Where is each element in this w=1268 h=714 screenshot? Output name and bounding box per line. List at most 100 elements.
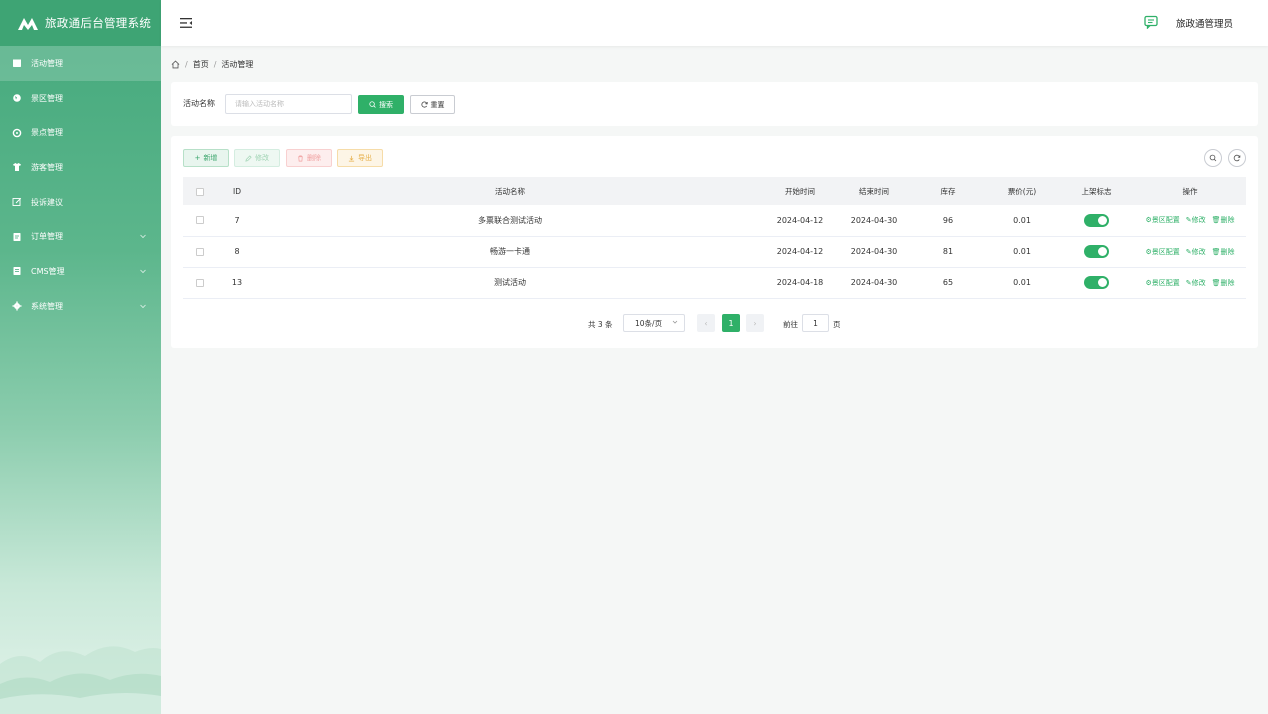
row-checkbox[interactable] [196, 216, 204, 225]
edit-link[interactable]: ✎修改 [1186, 248, 1206, 256]
cell-stock: 81 [911, 236, 985, 268]
sidebar-item[interactable]: 活动管理 [0, 46, 161, 81]
page-size-select[interactable]: 10条/页 [623, 314, 685, 332]
column-header: 库存 [911, 177, 985, 205]
calendar-icon [13, 59, 21, 68]
breadcrumb-home[interactable]: 首页 [193, 59, 209, 70]
cell-listed [1059, 205, 1134, 237]
sidebar-item[interactable]: 系统管理 [0, 289, 161, 324]
column-header: ID [217, 177, 257, 205]
home-icon[interactable] [171, 60, 180, 69]
delete-link-label: 删除 [1220, 216, 1235, 225]
reset-button[interactable]: 重置 [410, 95, 455, 114]
cell-actions: ⚙景区配置 ✎修改 🗑删除 [1134, 267, 1246, 299]
edit-button-label: 修改 [255, 154, 269, 162]
edit-button[interactable]: 修改 [234, 149, 280, 167]
reset-button-label: 重置 [430, 100, 445, 109]
search-icon [369, 101, 376, 108]
breadcrumb: / 首页 / 活动管理 [171, 57, 253, 71]
config-scenic-link[interactable]: ⚙景区配置 [1145, 279, 1179, 287]
row-select-cell [183, 236, 217, 268]
row-checkbox[interactable] [196, 278, 204, 287]
sidebar-item-label: 订单管理 [31, 232, 63, 242]
toggle-search-button[interactable] [1204, 149, 1222, 167]
cell-id: 13 [217, 267, 257, 299]
delete-link[interactable]: 🗑删除 [1212, 248, 1235, 256]
prev-page-button[interactable]: ‹ [697, 314, 715, 332]
cell-start-time: 2024-04-12 [763, 205, 837, 237]
delete-link[interactable]: 🗑删除 [1212, 279, 1235, 287]
delete-button[interactable]: 删除 [286, 149, 332, 167]
cell-listed [1059, 236, 1134, 268]
config-scenic-link[interactable]: ⚙景区配置 [1145, 248, 1179, 256]
sidebar-item[interactable]: 订单管理 [0, 219, 161, 254]
edit-link-label: 修改 [1191, 247, 1206, 256]
cell-end-time: 2024-04-30 [837, 205, 911, 237]
download-icon [348, 155, 355, 161]
column-header: 开始时间 [763, 177, 837, 205]
listed-toggle[interactable] [1084, 276, 1109, 289]
user-name[interactable]: 旅政通管理员 [1176, 16, 1233, 30]
total-count: 共 3 条 [588, 320, 613, 329]
export-button-label: 导出 [358, 154, 372, 162]
breadcrumb-current: 活动管理 [221, 59, 254, 69]
sidebar-item-label: 景区管理 [31, 93, 63, 103]
delete-link[interactable]: 🗑删除 [1212, 216, 1235, 224]
trash-icon: 🗑 [1211, 216, 1221, 225]
export-button[interactable]: 导出 [337, 149, 383, 167]
sidebar-item[interactable]: 景点管理 [0, 115, 161, 150]
edit-link[interactable]: ✎修改 [1186, 279, 1206, 287]
goto-label: 前往 [783, 320, 798, 329]
sidebar-item[interactable]: 景区管理 [0, 81, 161, 116]
chevron-right-icon: › [753, 318, 757, 328]
select-all-checkbox[interactable] [196, 187, 204, 196]
trash-icon: 🗑 [1211, 247, 1221, 256]
refresh-icon [420, 101, 428, 108]
sidebar-item[interactable]: CMS管理 [0, 254, 161, 289]
add-button[interactable]: + 新增 [183, 149, 229, 167]
edit-link-label: 修改 [1191, 278, 1206, 287]
search-panel: 活动名称 搜索 重置 [171, 82, 1258, 126]
next-page-button[interactable]: › [746, 314, 764, 332]
activity-table: ID 活动名称 开始时间 结束时间 库存 票价(元) 上架标志 操作 7 多票联合… [183, 177, 1246, 299]
mountain-decoration [0, 646, 161, 714]
message-icon[interactable] [1144, 15, 1158, 29]
delete-button-label: 删除 [307, 154, 321, 162]
search-button[interactable]: 搜索 [358, 95, 404, 114]
delete-link-label: 删除 [1220, 247, 1235, 256]
sidebar-item[interactable]: 游客管理 [0, 150, 161, 185]
refresh-button[interactable] [1228, 149, 1246, 167]
row-checkbox[interactable] [196, 247, 204, 256]
edit-link[interactable]: ✎修改 [1186, 216, 1206, 224]
target-icon [12, 128, 22, 138]
config-scenic-link[interactable]: ⚙景区配置 [1145, 216, 1179, 224]
breadcrumb-separator: / [185, 59, 188, 69]
listed-toggle[interactable] [1084, 213, 1109, 227]
goto-page-input[interactable] [802, 314, 829, 332]
add-button-label: 新增 [203, 154, 218, 162]
cell-stock: 65 [911, 267, 985, 299]
listed-toggle[interactable] [1084, 245, 1109, 258]
sidebar-item-label: 景点管理 [31, 128, 63, 138]
chevron-left-icon: ‹ [704, 318, 708, 328]
edit-link-label: 修改 [1191, 216, 1206, 225]
cell-price: 0.01 [985, 267, 1059, 299]
activity-name-label: 活动名称 [183, 99, 215, 108]
breadcrumb-separator: / [213, 59, 217, 69]
menu-collapse-icon[interactable] [180, 17, 193, 29]
sidebar-item-label: 活动管理 [31, 58, 63, 68]
brand: 旅政通后台管理系统 [0, 0, 161, 46]
row-select-cell [183, 205, 217, 237]
page-size-value: 10条/页 [635, 318, 663, 328]
search-button-label: 搜索 [379, 100, 393, 109]
sidebar-item[interactable]: 投诉建议 [0, 185, 161, 220]
row-select-cell [183, 267, 217, 299]
cell-id: 7 [217, 205, 257, 237]
page-number-current[interactable]: 1 [722, 314, 740, 332]
globe-icon [13, 94, 21, 102]
activity-name-input[interactable] [225, 94, 352, 114]
select-all-cell [183, 177, 217, 205]
plus-icon: + [194, 154, 201, 162]
top-header: 旅政通管理员 [161, 0, 1268, 46]
shirt-icon [13, 163, 21, 172]
